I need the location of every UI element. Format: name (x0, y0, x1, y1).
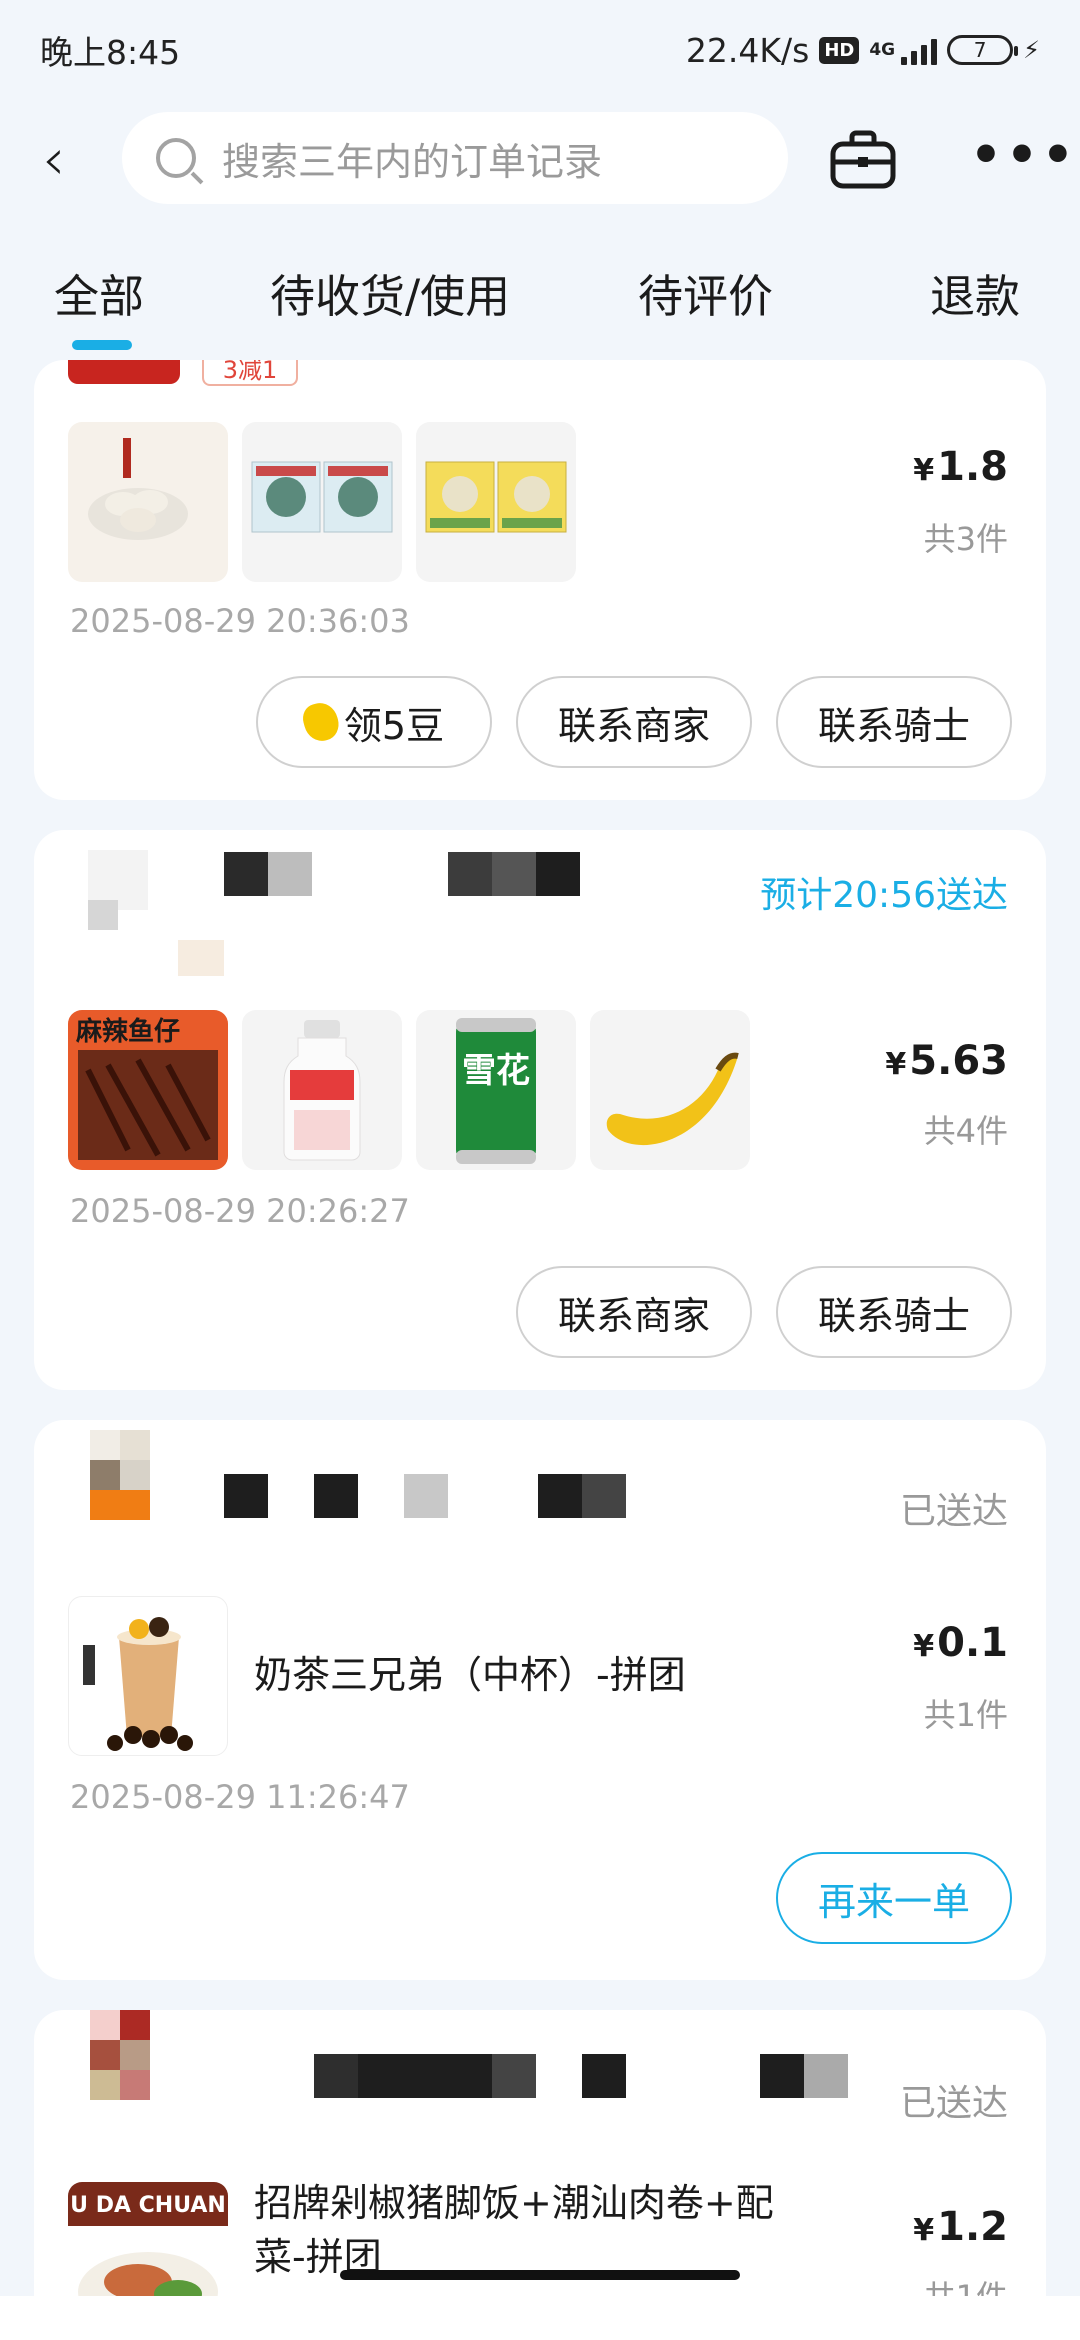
store-name-mosaic (536, 852, 580, 896)
tab-all[interactable]: 全部 (54, 260, 144, 325)
network-type: 4G (869, 40, 896, 60)
order-tabs: 全部 待收货/使用 待评价 退款 (0, 240, 1080, 350)
store-name-mosaic (404, 1474, 448, 1518)
store-avatar-mosaic (90, 2070, 120, 2100)
top-bar: ‹ 搜索三年内的订单记录 ••• (0, 110, 1080, 210)
search-input[interactable]: 搜索三年内的订单记录 (122, 112, 788, 204)
product-thumb[interactable] (242, 1010, 402, 1170)
item-name: 奶茶三兄弟（中杯）-拼团 (254, 1653, 686, 1697)
battery-level: 7 (973, 38, 987, 62)
bottom-inset (0, 2296, 1080, 2340)
more-icon[interactable]: ••• (970, 130, 1078, 180)
store-avatar-mosaic (120, 1430, 150, 1460)
order-time: 2025-08-29 11:26:47 (70, 1778, 410, 1816)
collect-beans-button[interactable]: 领5豆 (256, 676, 492, 768)
store-name-mosaic (268, 852, 312, 896)
contact-merchant-button[interactable]: 联系商家 (516, 1266, 752, 1358)
collect-beans-label: 领5豆 (343, 703, 445, 748)
store-name-mosaic (538, 1474, 582, 1518)
item-name: 招牌剁椒猪脚饭+潮汕肉卷+配菜-拼团 (254, 2181, 774, 2279)
briefcase-icon[interactable] (830, 130, 896, 190)
order-time: 2025-08-29 20:26:27 (70, 1192, 410, 1230)
store-avatar-mosaic (120, 2070, 150, 2100)
tab-pending-review[interactable]: 待评价 (638, 260, 773, 325)
bean-icon (299, 699, 343, 745)
store-name-mosaic (760, 2054, 804, 2098)
order-price: ¥1.8 (913, 444, 1008, 490)
store-name-mosaic (224, 1474, 268, 1518)
product-label: 雪花 (462, 1051, 530, 1091)
back-icon[interactable]: ‹ (42, 130, 82, 190)
contact-merchant-button[interactable]: 联系商家 (516, 676, 752, 768)
product-thumb[interactable] (68, 1596, 228, 1756)
item-count: 共3件 (923, 520, 1008, 558)
order-card-3[interactable]: 已送达 奶茶三兄弟（中杯）-拼团 ¥0.1 共1件 2025-08-29 11:… (34, 1420, 1046, 1980)
tab-refund[interactable]: 退款 (930, 260, 1020, 325)
product-label: U DA CHUAN (70, 2193, 226, 2218)
clock: 晚上8:45 (40, 33, 181, 72)
order-status: 已送达 (899, 2083, 1008, 2124)
battery-icon: 7 (947, 35, 1019, 65)
product-thumb[interactable]: 麻辣鱼仔 (68, 1010, 228, 1170)
store-name-mosaic (224, 852, 268, 896)
order-price: ¥0.1 (913, 1620, 1008, 1666)
store-avatar-mosaic (90, 2010, 120, 2040)
order-price: ¥1.2 (913, 2204, 1008, 2250)
store-name-mosaic (804, 2054, 848, 2098)
product-thumb[interactable] (68, 422, 228, 582)
product-label: 麻辣鱼仔 (75, 1016, 180, 1047)
store-avatar-mosaic (120, 1460, 150, 1490)
network-speed: 22.4K/s (685, 30, 810, 70)
order-card-2[interactable]: 预计20:56送达 麻辣鱼仔 雪花 ¥5.63 共4件 2025-08-29 2… (34, 830, 1046, 1390)
contact-rider-button[interactable]: 联系骑士 (776, 676, 1012, 768)
charging-icon: ⚡ (1023, 36, 1040, 64)
store-avatar-mosaic (178, 940, 224, 976)
store-avatar-mosaic (120, 2040, 150, 2070)
product-thumb[interactable]: 雪花 (416, 1010, 576, 1170)
order-status: 已送达 (899, 1491, 1008, 1532)
order-price: ¥5.63 (885, 1038, 1008, 1084)
store-logo (68, 360, 180, 384)
store-name-mosaic (448, 852, 492, 896)
tab-active-indicator (72, 340, 132, 350)
order-card-4[interactable]: 已送达 U DA CHUAN 招牌剁椒猪脚饭+潮汕肉卷+配菜-拼团 ¥1.2 共… (34, 2010, 1046, 2340)
store-name-mosaic (492, 2054, 536, 2098)
store-avatar-mosaic (88, 900, 118, 930)
home-indicator[interactable] (340, 2270, 740, 2280)
store-avatar-mosaic (120, 2010, 150, 2040)
product-thumb[interactable] (590, 1010, 750, 1170)
store-name-mosaic (582, 2054, 626, 2098)
order-card-1[interactable]: 3减1 ¥1.8 共3件 2025-08-29 20:36:03 领5豆 联系商… (34, 360, 1046, 800)
reorder-button[interactable]: 再来一单 (776, 1852, 1012, 1944)
store-avatar-mosaic (90, 1460, 120, 1490)
contact-rider-button[interactable]: 联系骑士 (776, 1266, 1012, 1358)
item-count: 共4件 (923, 1112, 1008, 1150)
store-avatar-mosaic (90, 1490, 150, 1520)
tab-pending-receipt[interactable]: 待收货/使用 (270, 260, 510, 325)
store-name-mosaic (492, 852, 536, 896)
promo-badge: 3减1 (202, 360, 298, 386)
signal-icon (901, 35, 938, 65)
store-name-mosaic (358, 2054, 492, 2098)
product-thumb[interactable] (416, 422, 576, 582)
search-placeholder: 搜索三年内的订单记录 (222, 139, 603, 184)
order-time: 2025-08-29 20:36:03 (70, 602, 410, 640)
item-count: 共1件 (923, 1696, 1008, 1734)
store-name-mosaic (314, 2054, 358, 2098)
store-name-mosaic (314, 1474, 358, 1518)
store-avatar-mosaic (90, 2040, 120, 2070)
product-thumb[interactable] (242, 422, 402, 582)
status-bar: 晚上8:45 22.4K/s HD 4G 7 ⚡ (0, 0, 1080, 100)
delivery-eta: 预计20:56送达 (760, 875, 1008, 916)
store-name-mosaic (582, 1474, 626, 1518)
store-avatar-mosaic (90, 1430, 120, 1460)
hd-icon: HD (819, 36, 860, 64)
search-icon (156, 138, 196, 178)
